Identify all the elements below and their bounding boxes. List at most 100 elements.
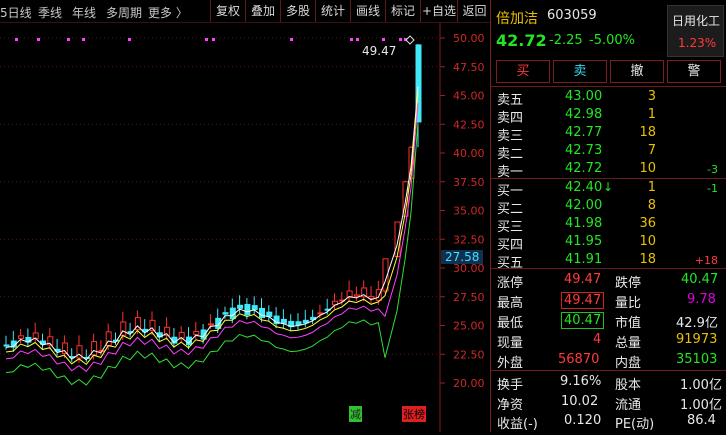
price-axis-label: 27.50 bbox=[453, 291, 485, 304]
signal-dot bbox=[82, 38, 85, 41]
price-axis-label: 37.50 bbox=[453, 176, 485, 189]
eps-value: 0.120 bbox=[564, 413, 602, 428]
adjust-button[interactable]: 复权 bbox=[210, 0, 245, 22]
overlay-button[interactable]: 叠加 bbox=[245, 0, 280, 22]
tab-multi-period[interactable]: 多周期 bbox=[106, 4, 142, 21]
candle-body bbox=[207, 323, 214, 326]
bid-level-volume: 36 bbox=[639, 216, 656, 231]
bid-level-row[interactable]: 买三 41.98 36 bbox=[491, 214, 726, 235]
bid-level-change: +18 bbox=[694, 254, 718, 267]
signal-dot bbox=[399, 38, 402, 41]
candle-body bbox=[193, 330, 200, 335]
candle-body bbox=[222, 312, 229, 315]
reduce-marker[interactable]: 减 bbox=[349, 406, 362, 422]
vol-ratio-value: 9.78 bbox=[687, 292, 716, 307]
high-value: 49.47 bbox=[561, 292, 605, 309]
candle-body bbox=[178, 332, 185, 339]
inner-label: 内盘 bbox=[615, 356, 642, 371]
tab-more[interactable]: 更多 〉 bbox=[148, 4, 188, 21]
signal-dot bbox=[290, 38, 293, 41]
price-axis-label: 45.00 bbox=[453, 90, 485, 103]
candle-body bbox=[3, 344, 10, 347]
divider bbox=[491, 268, 726, 269]
price-axis-label: 20.00 bbox=[453, 377, 485, 390]
high-price-label: 49.47 bbox=[362, 44, 397, 58]
industry-name: 日用化工 bbox=[672, 14, 721, 28]
pe-label: PE(动) bbox=[615, 417, 655, 432]
signal-dot bbox=[350, 38, 353, 41]
industry-box[interactable]: 日用化工 1.23% bbox=[667, 5, 724, 57]
bid-level-volume: 8 bbox=[647, 198, 656, 213]
divider bbox=[491, 370, 726, 371]
signal-dot bbox=[37, 38, 40, 41]
industry-pct: 1.23% bbox=[678, 36, 717, 50]
orderbook-divider bbox=[491, 178, 726, 179]
tab-5day[interactable]: 5日线 bbox=[0, 4, 32, 21]
ask-level-row[interactable]: 卖四 42.98 1 bbox=[491, 105, 726, 126]
ask-level-row[interactable]: 卖五 43.00 3 bbox=[491, 87, 726, 108]
buy-button[interactable]: 买 bbox=[496, 60, 550, 83]
price-axis-label: 25.00 bbox=[453, 320, 485, 333]
quote-row: 最低 40.47 市值 42.9亿 bbox=[491, 310, 726, 331]
draw-line-button[interactable]: 画线 bbox=[350, 0, 385, 22]
stock-name: 倍加洁 bbox=[496, 11, 538, 27]
stats-button[interactable]: 统计 bbox=[315, 0, 350, 22]
mark-button[interactable]: 标记 bbox=[385, 0, 420, 22]
ask-level-row[interactable]: 卖二 42.73 7 bbox=[491, 141, 726, 162]
low-value: 40.47 bbox=[561, 312, 605, 329]
total-vol-value: 91973 bbox=[676, 332, 718, 347]
bid-level-change: -1 bbox=[707, 182, 718, 195]
signal-dot bbox=[382, 38, 385, 41]
limit-up-marker-icon bbox=[405, 35, 415, 45]
back-button[interactable]: 返回 bbox=[457, 0, 491, 22]
tab-year[interactable]: 年线 bbox=[72, 4, 96, 21]
candle-body bbox=[353, 294, 360, 297]
cancel-order-button[interactable]: 撤 bbox=[610, 60, 664, 83]
candle-body bbox=[295, 321, 302, 326]
bid-level-volume: 10 bbox=[639, 234, 656, 249]
multi-stock-button[interactable]: 多股 bbox=[280, 0, 315, 22]
candle-body bbox=[368, 295, 375, 299]
price-axis-label: 42.50 bbox=[453, 118, 485, 131]
ask-level-price: 43.00 bbox=[565, 89, 603, 104]
bid-level-price: 41.91 bbox=[565, 252, 603, 267]
bid-level-volume: 1 bbox=[647, 180, 656, 195]
vol-ratio-label: 量比 bbox=[615, 296, 642, 311]
quote-row: 现量 4 总量 91973 bbox=[491, 330, 726, 351]
pe-value: 86.4 bbox=[687, 413, 716, 428]
candle-body bbox=[266, 311, 273, 317]
bid-level-row[interactable]: 买五 41.91 18 +18 bbox=[491, 250, 726, 271]
ask-level-volume: 10 bbox=[639, 161, 656, 176]
eps-label: 收益(-) bbox=[497, 417, 538, 432]
price-change: -2.25 bbox=[549, 33, 583, 48]
quote-row: 涨停 49.47 跌停 40.47 bbox=[491, 270, 726, 291]
nav-value: 10.02 bbox=[561, 394, 599, 409]
bid-level-price: 41.95 bbox=[565, 234, 603, 249]
add-favorite-button[interactable]: +自选 bbox=[420, 0, 457, 22]
outer-label: 外盘 bbox=[497, 356, 524, 371]
kline-chart[interactable]: 50.00 47.50 45.00 42.50 40.00 37.50 35.00 32.50… bbox=[0, 23, 490, 432]
bid-level-row[interactable]: 买二 42.00 8 bbox=[491, 196, 726, 217]
ma5-line bbox=[5, 86, 419, 361]
ask-level-row[interactable]: 卖三 42.77 18 bbox=[491, 123, 726, 144]
bid-level-row[interactable]: 买四 41.95 10 bbox=[491, 232, 726, 253]
market-cap-value: 42.9亿 bbox=[676, 316, 718, 331]
limit-down-label: 跌停 bbox=[615, 276, 642, 291]
alert-button[interactable]: 警 bbox=[667, 60, 721, 83]
inner-value: 35103 bbox=[676, 352, 718, 367]
candle-body bbox=[32, 332, 39, 339]
candle-body bbox=[259, 307, 265, 319]
signal-dot bbox=[205, 38, 208, 41]
tab-season[interactable]: 季线 bbox=[38, 4, 62, 21]
limit-list-marker[interactable]: 张榜 bbox=[402, 406, 426, 422]
sell-button[interactable]: 卖 bbox=[553, 60, 607, 83]
low-label: 最低 bbox=[497, 316, 524, 331]
fundamentals-row: 收益(-) 0.120 PE(动) 86.4 bbox=[491, 411, 726, 432]
ask-level-row[interactable]: 卖一 42.72 10 -3 bbox=[491, 159, 726, 180]
bid-level-row[interactable]: 买一 42.40 1 -1 ↓ bbox=[491, 178, 726, 199]
kline-svg: 50.00 47.50 45.00 42.50 40.00 37.50 35.00 32.50… bbox=[0, 23, 485, 432]
fundamentals-row: 换手 9.16% 股本 1.00亿 bbox=[491, 372, 726, 393]
price-axis-label: 50.00 bbox=[453, 32, 485, 45]
price-axis-label: 47.50 bbox=[453, 61, 485, 74]
ask-level-price: 42.77 bbox=[565, 125, 603, 140]
